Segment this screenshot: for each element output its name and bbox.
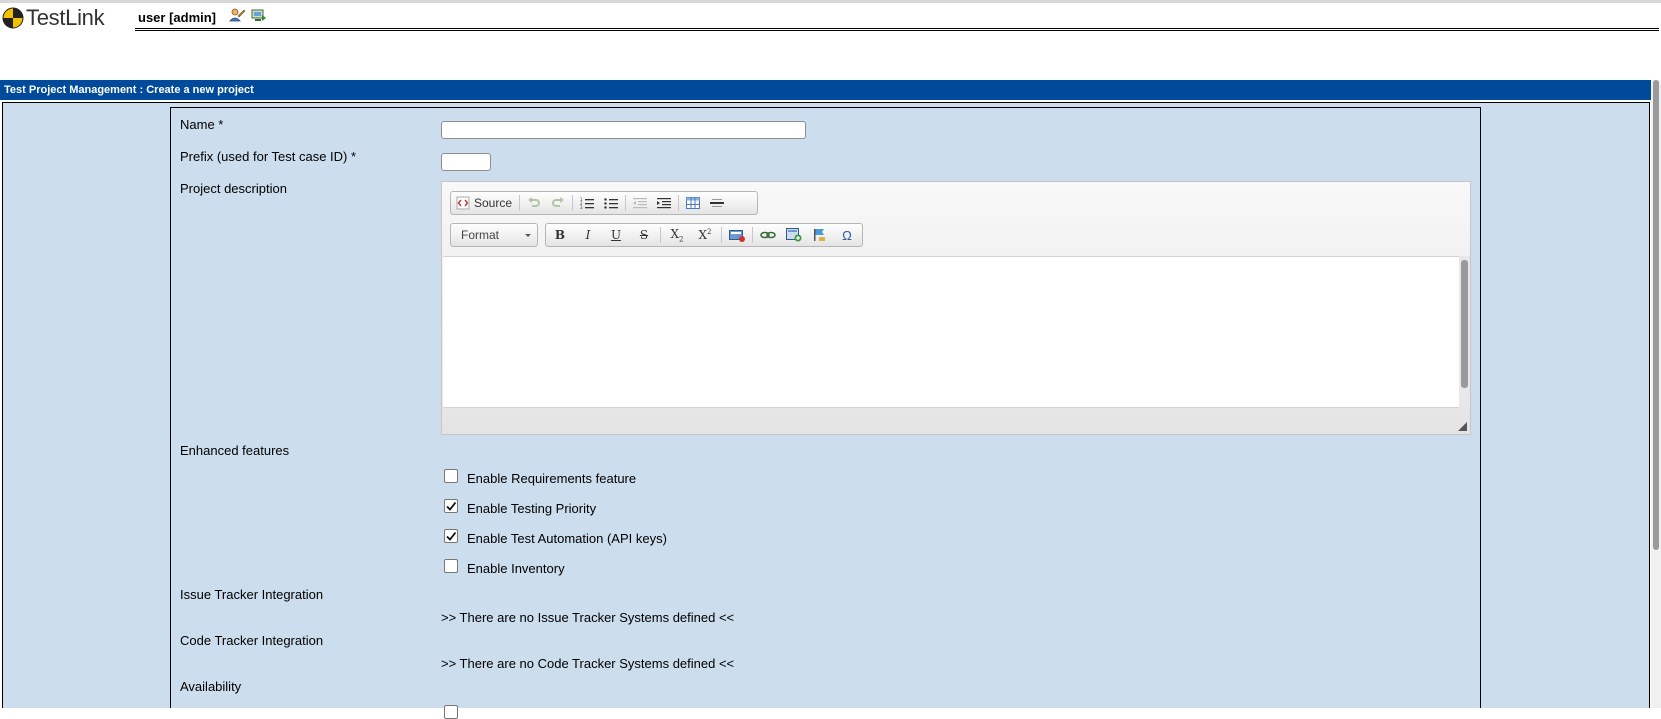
link-button[interactable] xyxy=(755,224,781,246)
header-divider xyxy=(135,28,1659,31)
issue-tracker-label: Issue Tracker Integration xyxy=(180,587,324,602)
checkmark-icon xyxy=(446,501,457,511)
user-settings-icon[interactable] xyxy=(229,7,245,23)
source-button[interactable]: Source xyxy=(451,192,517,214)
link-icon xyxy=(760,231,776,239)
undo-button[interactable] xyxy=(522,192,546,214)
issue-tracker-message: >> There are no Issue Tracker Systems de… xyxy=(441,610,735,625)
anchor-button[interactable] xyxy=(807,224,833,246)
decrease-indent-button[interactable] xyxy=(628,192,652,214)
increase-indent-button[interactable] xyxy=(652,192,676,214)
table-button[interactable] xyxy=(681,192,705,214)
description-label: Project description xyxy=(180,181,287,196)
testing-priority-label: Enable Testing Priority xyxy=(467,501,597,516)
test-automation-checkbox[interactable] xyxy=(444,528,458,543)
checkmark-icon xyxy=(446,531,457,541)
remove-format-button[interactable] xyxy=(724,224,750,246)
resize-handle-icon[interactable] xyxy=(1458,422,1467,431)
insert-image-icon xyxy=(786,228,802,242)
editor-toolbar-row2: B I U S X2 X2 Ω xyxy=(545,223,863,247)
prefix-input[interactable] xyxy=(441,153,491,171)
inventory-label: Enable Inventory xyxy=(467,561,565,576)
subscript-icon: X2 xyxy=(670,226,684,244)
editor-scrollbar[interactable] xyxy=(1459,256,1470,406)
increase-indent-icon xyxy=(657,198,672,209)
test-automation-label: Enable Test Automation (API keys) xyxy=(467,531,667,546)
format-label: Format xyxy=(461,228,500,242)
page-scrollbar-thumb[interactable] xyxy=(1653,80,1659,550)
special-char-button[interactable]: Ω xyxy=(833,224,861,246)
top-border xyxy=(0,0,1661,3)
numbered-list-button[interactable]: 123 xyxy=(575,192,599,214)
testing-priority-checkbox[interactable] xyxy=(444,498,458,513)
italic-button[interactable]: I xyxy=(574,224,602,246)
horizontal-line-button[interactable] xyxy=(705,192,729,214)
omega-icon: Ω xyxy=(842,227,852,243)
code-tracker-message: >> There are no Code Tracker Systems def… xyxy=(441,656,735,671)
testlink-logo[interactable]: TestLink xyxy=(2,5,105,30)
toolbar-separator xyxy=(572,195,574,211)
underline-button[interactable]: U xyxy=(602,224,630,246)
logo-text: TestLink xyxy=(26,5,105,30)
user-label: user [admin] xyxy=(138,10,217,25)
format-dropdown[interactable]: Format xyxy=(450,223,538,247)
page-title-bar: Test Project Management : Create a new p… xyxy=(0,80,1651,100)
feature-priority-row[interactable]: Enable Testing Priority xyxy=(444,498,597,516)
underline-icon: U xyxy=(610,228,622,242)
table-icon xyxy=(686,197,701,209)
enhanced-features-label: Enhanced features xyxy=(180,443,290,458)
code-tracker-label: Code Tracker Integration xyxy=(180,633,324,648)
toolbar-separator xyxy=(678,195,680,211)
bold-icon: B xyxy=(554,228,566,242)
availability-label: Availability xyxy=(180,679,242,694)
bold-button[interactable]: B xyxy=(546,224,574,246)
testlink-logo-icon xyxy=(2,7,24,29)
description-editor: Source 123 Format B I U S X2 X2 Ω xyxy=(441,181,1471,435)
logout-icon[interactable] xyxy=(250,7,266,23)
numbered-list-icon: 123 xyxy=(580,197,595,210)
superscript-button[interactable]: X2 xyxy=(691,224,719,246)
toolbar-separator xyxy=(660,227,661,243)
toolbar-separator xyxy=(721,227,722,243)
redo-icon xyxy=(552,197,565,207)
name-label: Name * xyxy=(180,117,224,132)
strikethrough-icon: S xyxy=(639,228,649,242)
toolbar-separator xyxy=(752,227,753,243)
redo-button[interactable] xyxy=(546,192,570,214)
prefix-label: Prefix (used for Test case ID) * xyxy=(180,149,357,164)
availability-checkbox[interactable] xyxy=(444,705,458,719)
insert-image-button[interactable] xyxy=(781,224,807,246)
toolbar-separator xyxy=(625,195,627,211)
page-scrollbar[interactable] xyxy=(1651,80,1661,708)
editor-toolbar-row1: Source 123 xyxy=(450,191,758,215)
feature-requirements-row[interactable]: Enable Requirements feature xyxy=(444,468,637,486)
undo-icon xyxy=(528,197,540,207)
editor-scrollbar-thumb[interactable] xyxy=(1461,260,1468,388)
name-input[interactable] xyxy=(441,121,806,139)
decrease-indent-icon xyxy=(633,198,648,209)
superscript-icon: X2 xyxy=(698,228,712,242)
feature-automation-row[interactable]: Enable Test Automation (API keys) xyxy=(444,528,667,546)
feature-inventory-row[interactable]: Enable Inventory xyxy=(444,558,565,576)
description-editor-area[interactable] xyxy=(443,256,1459,408)
source-label: Source xyxy=(474,196,513,210)
chevron-down-icon xyxy=(525,233,531,237)
source-icon xyxy=(456,196,470,210)
toolbar-separator xyxy=(519,195,521,211)
svg-text:3: 3 xyxy=(580,205,583,210)
bulleted-list-button[interactable] xyxy=(599,192,623,214)
italic-icon: I xyxy=(585,228,591,242)
anchor-flag-icon xyxy=(814,229,825,241)
subscript-button[interactable]: X2 xyxy=(663,224,691,246)
requirements-label: Enable Requirements feature xyxy=(467,471,637,486)
bulleted-list-icon xyxy=(604,198,619,209)
horizontal-line-icon xyxy=(710,199,725,207)
remove-format-icon xyxy=(729,230,745,242)
requirements-checkbox[interactable] xyxy=(444,468,458,483)
inventory-checkbox[interactable] xyxy=(444,558,458,573)
strikethrough-button[interactable]: S xyxy=(630,224,658,246)
